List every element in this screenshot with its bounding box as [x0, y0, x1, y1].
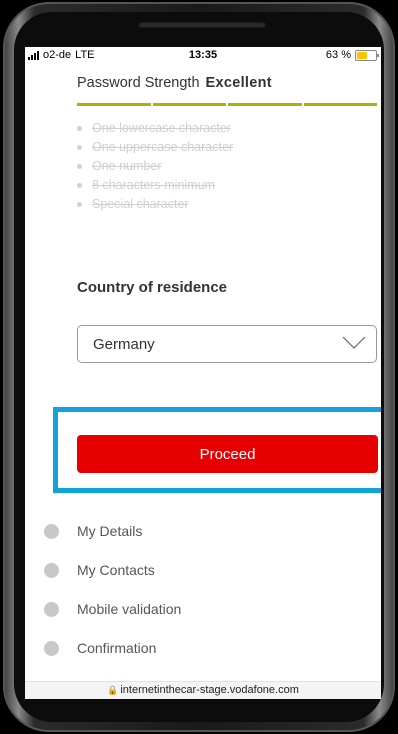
battery-percentage: 63 %	[325, 49, 351, 61]
password-strength-meter	[77, 103, 377, 106]
bullet-icon	[77, 126, 82, 131]
password-requirements: One lowercase character One uppercase cha…	[77, 119, 233, 214]
bullet-icon	[77, 164, 82, 169]
battery-fill	[357, 51, 368, 59]
progress-step: My Contacts	[25, 554, 381, 593]
password-strength-label: Password Strength	[77, 75, 200, 91]
step-label: Confirmation	[77, 640, 157, 656]
status-bar: o2-de LTE 13:35 63 %	[25, 47, 381, 63]
step-bullet-icon	[44, 563, 59, 578]
url-bar[interactable]: 🔒 internetinthecar-stage.vodafone.com	[25, 681, 381, 699]
password-strength-row: Password Strength Excellent	[77, 75, 272, 91]
password-strength-segment	[303, 103, 377, 106]
progress-step: Confirmation	[25, 632, 381, 671]
phone-speaker	[138, 22, 266, 28]
proceed-button[interactable]: Proceed	[77, 435, 378, 473]
status-right: 63 %	[325, 49, 379, 61]
password-requirement-item: One uppercase character	[77, 138, 233, 157]
step-bullet-icon	[44, 524, 59, 539]
password-requirement-item: One number	[77, 157, 233, 176]
url-text: internetinthecar-stage.vodafone.com	[120, 684, 299, 696]
progress-step: My Details	[25, 515, 381, 554]
progress-step: Mobile validation	[25, 593, 381, 632]
password-requirement-text: Special character	[92, 197, 189, 211]
step-label: My Details	[77, 523, 143, 539]
page-content[interactable]: Password Strength Excellent One lowercase…	[25, 63, 381, 681]
progress-steps: My Details My Contacts Mobile validation Co…	[25, 515, 381, 671]
bullet-icon	[77, 183, 82, 188]
country-select-value: Germany	[93, 336, 155, 353]
password-requirement-item: One lowercase character	[77, 119, 233, 138]
country-label: Country of residence	[77, 279, 228, 296]
battery-icon	[355, 49, 379, 61]
chevron-down-icon	[342, 336, 366, 349]
phone-frame: o2-de LTE 13:35 63 % Password Strength Ex…	[3, 2, 395, 732]
step-bullet-icon	[44, 641, 59, 656]
password-requirement-text: One lowercase character	[92, 121, 231, 135]
bullet-icon	[77, 145, 82, 150]
step-label: Mobile validation	[77, 601, 182, 617]
password-strength-value: Excellent	[205, 75, 272, 91]
password-requirement-text: One uppercase character	[92, 140, 234, 154]
step-bullet-icon	[44, 602, 59, 617]
screen: o2-de LTE 13:35 63 % Password Strength Ex…	[25, 47, 381, 699]
password-requirement-text: 8 characters minimum	[92, 178, 215, 192]
password-requirement-text: One number	[92, 159, 162, 173]
lock-icon: 🔒	[107, 685, 119, 695]
step-label: My Contacts	[77, 562, 155, 578]
bullet-icon	[77, 202, 82, 207]
password-strength-segment	[228, 103, 302, 106]
password-strength-segment	[152, 103, 226, 106]
password-requirement-item: 8 characters minimum	[77, 176, 233, 195]
password-strength-segment	[77, 103, 151, 106]
country-select[interactable]: Germany	[77, 325, 377, 363]
password-requirement-item: Special character	[77, 195, 233, 214]
